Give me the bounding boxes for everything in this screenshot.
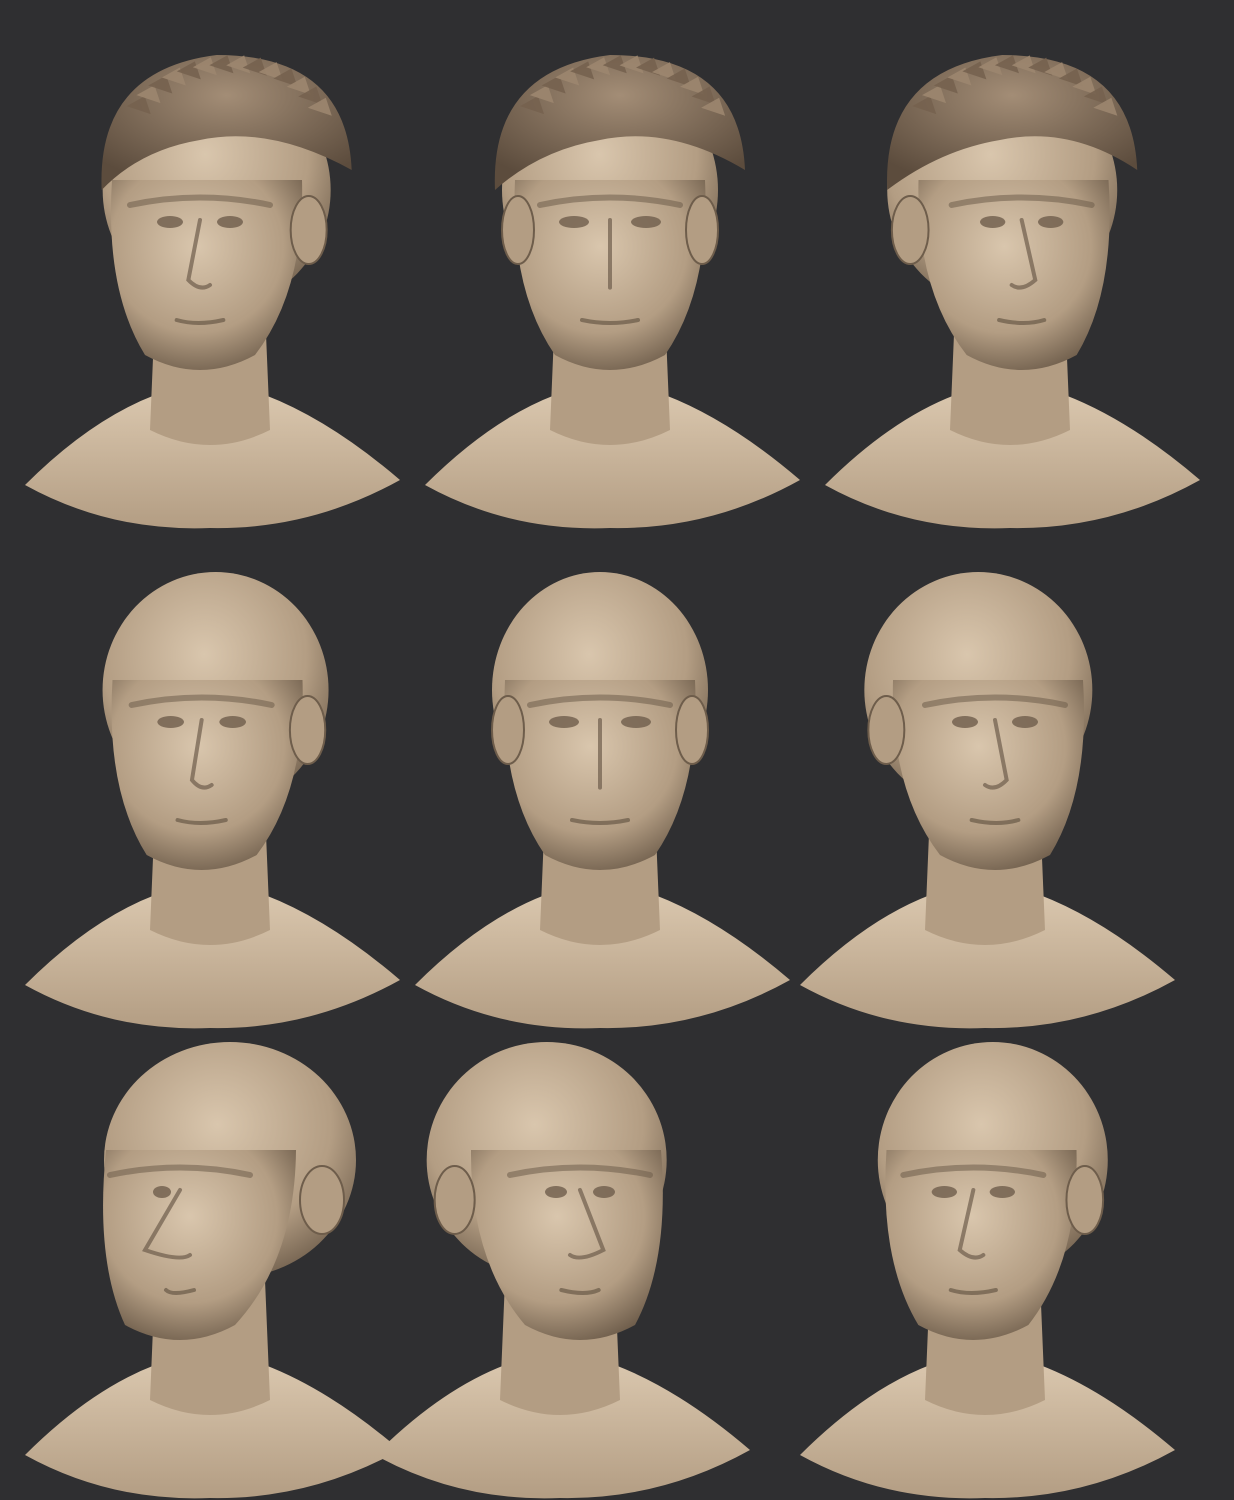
- head-hair-row-three-quarter-left: [25, 55, 400, 529]
- head-hair-row-three-quarter-right: [825, 55, 1200, 529]
- head-bald-row-three-quarter-left: [25, 572, 400, 1029]
- ear: [289, 195, 328, 265]
- eye: [219, 716, 247, 728]
- ear: [867, 695, 906, 765]
- ear: [501, 195, 535, 265]
- ear: [433, 1165, 476, 1235]
- eye: [952, 716, 978, 728]
- face: [103, 1150, 296, 1340]
- head-profile-row-profile-right: [375, 1042, 750, 1499]
- eye: [217, 216, 243, 228]
- eye: [157, 216, 183, 228]
- eye: [559, 216, 589, 228]
- head-bald-row-front: [415, 572, 790, 1029]
- eye: [153, 1186, 171, 1198]
- ear: [299, 1165, 345, 1235]
- ear: [685, 195, 719, 265]
- eye: [621, 716, 651, 728]
- head-profile-row-three-quarter-left: [800, 1042, 1175, 1499]
- ear: [1065, 1165, 1105, 1235]
- face: [470, 1150, 663, 1340]
- eye: [549, 716, 579, 728]
- face: [110, 180, 303, 370]
- ear: [491, 695, 525, 765]
- head-sculpt-canvas: [25, 55, 1200, 1499]
- face: [892, 680, 1085, 870]
- face: [918, 180, 1110, 370]
- ear: [288, 695, 327, 765]
- eye: [931, 1186, 957, 1198]
- eye: [1012, 716, 1038, 728]
- eye: [989, 1186, 1015, 1198]
- eye: [593, 1186, 615, 1198]
- face: [111, 680, 303, 870]
- face: [885, 1150, 1077, 1340]
- eye: [545, 1186, 567, 1198]
- head-profile-row-profile-left: [25, 1042, 400, 1499]
- eye: [631, 216, 661, 228]
- head-hair-row-front: [425, 55, 800, 529]
- ear: [675, 695, 709, 765]
- eye: [157, 716, 185, 728]
- sculpt-turnaround-sheet: [0, 0, 1234, 1500]
- ear: [890, 195, 930, 265]
- head-bald-row-three-quarter-right: [800, 572, 1175, 1029]
- eye: [1038, 216, 1064, 228]
- eye: [980, 216, 1006, 228]
